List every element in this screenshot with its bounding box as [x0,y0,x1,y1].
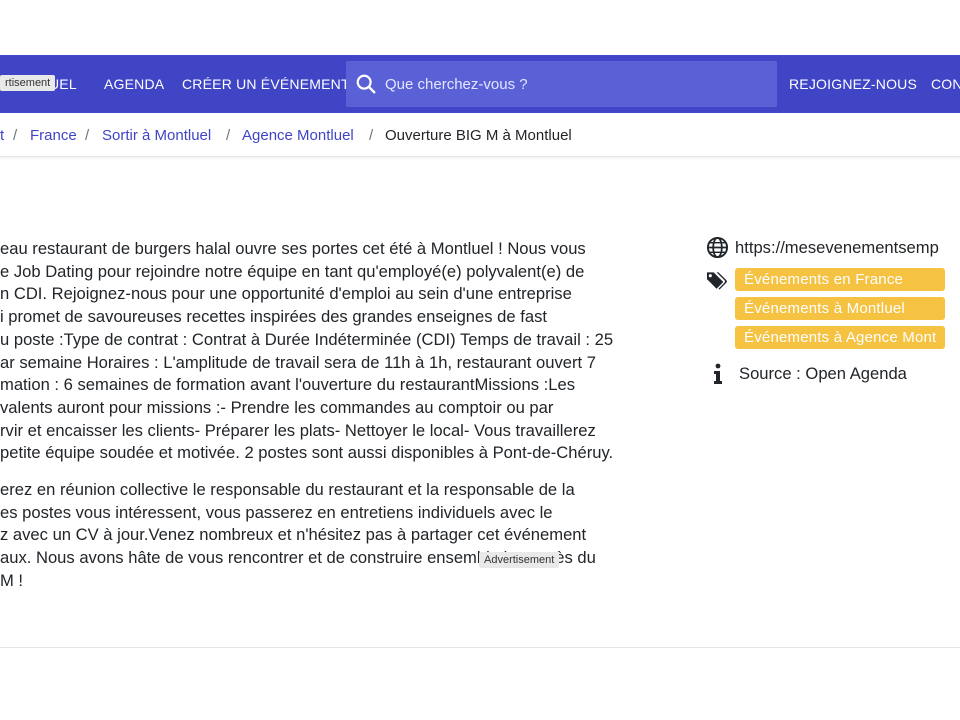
nav-link-contact[interactable]: CON [931,76,960,92]
description-line: n CDI. Rejoignez-nous pour une opportuni… [0,284,572,304]
description-line: e Job Dating pour rejoindre notre équipe… [0,261,585,281]
breadcrumb-item-france[interactable]: France [30,127,77,144]
description-line: eau restaurant de burgers halal ouvre se… [0,239,586,258]
nav-link-join-us[interactable]: REJOIGNEZ-NOUS [789,76,917,92]
breadcrumb-item-home[interactable]: t [0,127,4,144]
description-paragraph-1: eau restaurant de burgers halal ouvre se… [0,238,700,465]
search-icon [356,74,376,94]
description-line: petite équipe soudée et motivée. 2 poste… [0,443,614,463]
tag-list: Événements en France Événements à Montlu… [735,268,946,355]
description-paragraph-2: erez en réunion collective le responsabl… [0,479,700,593]
breadcrumb-separator: / [85,127,90,144]
search-input[interactable] [385,75,765,93]
description-line: M ! [0,570,24,590]
description-line: z avec un CV à jour.Venez nombreux et n'… [0,525,587,545]
event-sidebar: https://mesevenementsemp Événements en F… [706,236,960,385]
tag-events-france[interactable]: Événements en France [735,268,946,291]
description-line: rvir et encaisser les clients- Préparer … [0,420,596,440]
description-line: aux. Nous avons hâte de vous rencontrer … [0,548,596,568]
breadcrumb-separator: / [226,127,231,144]
breadcrumb-separator: / [13,127,18,144]
event-source: Source : Open Agenda [739,364,907,383]
nav-link-agenda[interactable]: AGENDA [104,76,164,92]
description-line: mation : 6 semaines de formation avant l… [0,375,576,395]
description-line: i promet de savoureuses recettes inspiré… [0,307,547,327]
tags-row: Événements en France Événements à Montlu… [706,268,960,355]
section-divider [0,647,960,648]
breadcrumb-separator: / [369,127,374,144]
event-website-link[interactable]: https://mesevenementsemp [735,238,939,258]
tag-events-montluel[interactable]: Événements à Montluel [735,297,946,320]
breadcrumb-current: Ouverture BIG M à Montluel [385,127,572,144]
advertisement-label-inline: Advertisement [479,552,560,568]
advertisement-label-header: rtisement [0,75,56,91]
website-row: https://mesevenementsemp [706,236,960,259]
breadcrumb-item-sortir-montluel[interactable]: Sortir à Montluel [102,127,211,144]
nav-link-create-event[interactable]: CRÉER UN ÉVÉNEMENT [182,76,350,92]
description-line: es postes vous intéressent, vous passere… [0,502,553,522]
description-line: ar semaine Horaires : L'amplitude de tra… [0,352,596,372]
info-icon [714,363,722,384]
breadcrumb: t / France / Sortir à Montluel / Agence … [0,113,960,157]
description-line: valents auront pour missions :- Prendre … [0,397,554,417]
event-description: eau restaurant de burgers halal ouvre se… [0,238,700,607]
globe-icon [706,236,729,259]
description-line: u poste :Type de contrat : Contrat à Dur… [0,329,614,349]
search-bar[interactable] [346,61,777,107]
breadcrumb-item-agence-montluel[interactable]: Agence Montluel [242,127,354,144]
source-row: Source : Open Agenda [706,363,960,385]
top-navbar: UEL AGENDA CRÉER UN ÉVÉNEMENT REJOIGNEZ-… [0,55,960,113]
tags-icon [706,272,727,290]
description-line: erez en réunion collective le responsabl… [0,480,575,500]
tag-events-agence-montluel[interactable]: Événements à Agence Mont [735,326,946,349]
